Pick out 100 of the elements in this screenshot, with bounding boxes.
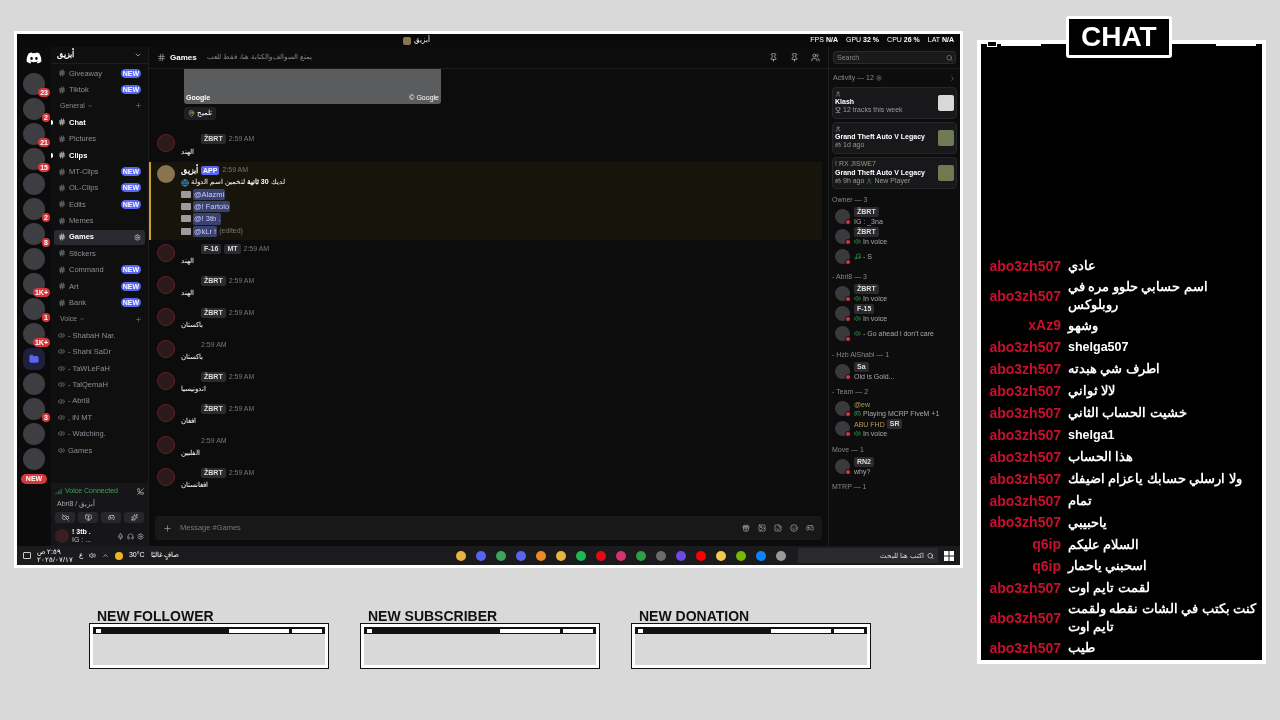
activity-button[interactable] [101,512,121,523]
chat-message: عادي [1068,258,1097,276]
speaker-icon [58,397,65,405]
chat-message: اطرف شي هبدته [1068,361,1161,379]
headphones-icon[interactable] [127,532,134,540]
chat-message: خشيت الحساب الثاني [1068,405,1188,423]
screen-share-icon [84,514,92,521]
unread-indicator [51,152,53,158]
soundboard-button[interactable] [124,512,144,523]
chat-username: abo3zh507 [988,382,1061,402]
hash-icon [58,282,66,291]
disconnect-icon[interactable] [137,487,144,495]
app-icon[interactable] [536,550,546,561]
start-icon[interactable] [944,550,954,561]
chat-message: ولا ارسلي حسابك ياعزام اضيفك [1068,470,1243,489]
speaker-icon [58,381,65,389]
add-icon[interactable] [163,523,172,533]
hash-icon [58,85,66,94]
chat-username: abo3zh507 [988,447,1061,467]
app-icon[interactable] [456,550,466,561]
hash-icon [58,183,66,192]
chat-message: طيب [1068,639,1096,657]
search-icon [946,54,953,61]
hash-icon [58,134,66,143]
chat-username: abo3zh507 [988,638,1061,658]
chat-message: لالا ثواني [1068,383,1117,401]
settings-icon[interactable] [137,532,144,540]
server-name[interactable]: أبزيق [57,49,74,61]
microphone-icon[interactable] [117,532,124,540]
app-icon[interactable] [576,550,586,561]
sticker-icon[interactable] [774,524,782,532]
alert-title: NEW FOLLOWER [96,609,215,624]
app-icon[interactable] [736,550,746,561]
chat-message: هذا الحساب [1068,448,1135,466]
app-icon[interactable] [636,550,646,561]
trophy-icon [835,107,841,113]
member-avatar [835,458,850,474]
gift-icon[interactable] [742,524,750,532]
pin-icon[interactable] [790,53,799,62]
album-art-placeholder [938,94,954,111]
server-folder[interactable] [23,348,45,370]
speaker-icon [854,237,861,245]
hash-icon [58,167,66,176]
members-icon[interactable] [811,53,820,62]
settings-icon[interactable] [875,75,882,82]
share-screen-button[interactable] [78,512,98,523]
signal-icon [55,487,62,495]
app-icon[interactable] [716,550,726,561]
member-avatar [835,306,850,321]
chat-message: تمام [1068,492,1093,511]
tray-chevron-icon[interactable] [101,552,109,559]
alert-title: NEW SUBSCRIBER [367,609,499,624]
chevron-icon[interactable] [134,51,142,59]
hash-icon [58,265,66,274]
add-icon[interactable] [135,315,142,323]
app-icon[interactable] [496,550,506,561]
chat-message: ياحبيبي [1068,514,1108,533]
hash-icon [58,216,66,225]
chat-username: abo3zh507 [988,425,1061,445]
app-icon[interactable] [556,550,566,561]
member-avatar [835,401,850,416]
volume-icon[interactable] [88,552,96,559]
user-icon [866,178,873,184]
gamepad-icon [835,142,841,148]
gamepad-icon[interactable] [806,524,814,532]
hash-icon [58,200,66,209]
map-pin-icon [188,110,195,117]
hash-icon [58,233,66,242]
hash-icon [58,151,66,160]
add-icon[interactable] [135,102,142,110]
pin-icon[interactable] [769,53,778,62]
chat-message: كنت بكتب في الشات نقطه ولقمت تايم اوت [1068,600,1258,637]
chat-message: وشهو [1068,317,1099,336]
chat-message: لقمت تايم اوت [1068,580,1151,598]
bot-avatar [157,165,175,183]
game-cover-placeholder [938,129,954,146]
music-icon [854,252,861,260]
member-avatar [835,421,850,436]
emoji-icon[interactable] [790,524,798,532]
speaker-icon [58,413,65,421]
camera-button[interactable] [55,512,75,523]
chat-message: السلام عليكم [1068,536,1141,555]
gamepad-icon [854,409,861,417]
chat-username: abo3zh507 [988,338,1061,358]
gamepad-icon [107,514,115,521]
hash-icon [58,118,66,127]
chat-username: abo3zh507 [988,513,1061,533]
chat-username: q6ip [1031,557,1061,577]
speaker-icon [854,315,861,322]
server-icon [403,36,412,45]
gamepad-icon [835,178,841,184]
hash-icon [157,53,166,62]
notification-icon[interactable] [23,552,31,559]
discord-logo-icon[interactable] [26,50,42,66]
speaker-icon [58,331,65,339]
image-icon[interactable] [758,524,766,532]
app-icon[interactable] [756,550,766,561]
app-icon[interactable] [776,550,786,561]
chat-username: q6ip [1031,535,1061,555]
member-avatar [835,363,850,379]
